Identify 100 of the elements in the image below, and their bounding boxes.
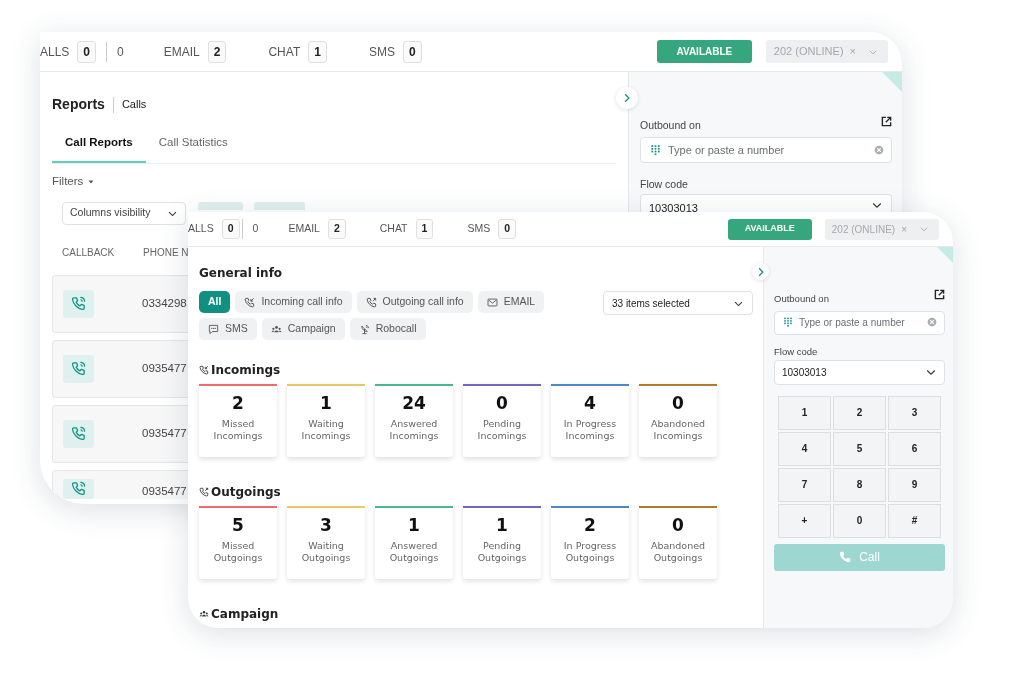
keypad-key[interactable]: 5 bbox=[833, 431, 886, 466]
filter-chip[interactable]: Incoming call info bbox=[235, 291, 352, 313]
counter-badge: 1 bbox=[308, 40, 327, 63]
phone-icon bbox=[71, 296, 86, 311]
chevron-right-icon bbox=[622, 93, 632, 103]
counter-badge: 2 bbox=[207, 40, 227, 63]
envelope-icon bbox=[486, 296, 498, 308]
keypad-key[interactable]: 8 bbox=[833, 467, 886, 502]
external-link-icon[interactable] bbox=[934, 289, 945, 300]
number-field[interactable]: Type or paste a number bbox=[640, 137, 892, 163]
tab[interactable]: Call Reports bbox=[52, 134, 146, 164]
phone-icon bbox=[71, 426, 86, 441]
stat-label: Abandoned Incomings bbox=[649, 417, 707, 442]
stat-value: 2 bbox=[231, 394, 245, 413]
stat-value: 24 bbox=[401, 394, 427, 413]
phone-number: 0334298 bbox=[142, 295, 187, 311]
flow-select[interactable]: 10303013 bbox=[774, 359, 945, 385]
keypad-key[interactable]: 3 bbox=[888, 395, 941, 430]
number-field[interactable]: Type or paste a number bbox=[774, 310, 945, 335]
phone-number: 0935477 bbox=[142, 360, 187, 376]
stat-value: 2 bbox=[583, 516, 597, 535]
dialpad-icon bbox=[650, 144, 661, 156]
stat-label: Answered Incomings bbox=[388, 417, 440, 442]
columns-select[interactable]: Columns visibility bbox=[62, 201, 186, 225]
stat-value: 3 bbox=[319, 516, 333, 535]
chat-icon bbox=[208, 323, 219, 335]
corner-drawing bbox=[882, 72, 902, 92]
keypad-key[interactable]: 1 bbox=[778, 395, 831, 430]
page-subtitle: Calls bbox=[121, 97, 147, 113]
stat-value: 1 bbox=[407, 516, 421, 535]
callback-button[interactable] bbox=[63, 289, 94, 318]
stat-label: Abandoned Outgoings bbox=[649, 539, 707, 564]
stat-value: 5 bbox=[231, 516, 245, 535]
items-select[interactable]: 33 items selected bbox=[603, 291, 753, 315]
keypad-key[interactable]: 0 bbox=[833, 503, 886, 538]
keypad-key[interactable]: 7 bbox=[778, 467, 831, 502]
people-icon bbox=[199, 609, 209, 619]
counter-badge: 2 bbox=[327, 219, 346, 239]
phone-icon bbox=[839, 551, 852, 564]
section-title: Outgoings bbox=[211, 484, 281, 501]
counter-badge: 1 bbox=[415, 219, 434, 239]
keypad-key[interactable]: + bbox=[778, 503, 831, 538]
stat-value: 0 bbox=[495, 394, 509, 413]
phone-icon bbox=[71, 361, 86, 376]
stat-value: 1 bbox=[319, 394, 333, 413]
counter-value: 0 bbox=[252, 221, 259, 237]
filter-chip[interactable]: All bbox=[199, 291, 231, 313]
flow-select[interactable]: 10303013 bbox=[640, 193, 892, 214]
page-title: Reports bbox=[52, 95, 105, 114]
filter-chip[interactable]: Robocall bbox=[349, 318, 426, 340]
section-title: General info bbox=[199, 265, 284, 282]
keypad-key[interactable]: 4 bbox=[778, 431, 831, 466]
stat-label: Missed Outgoings bbox=[212, 539, 264, 564]
tab[interactable]: Call Statistics bbox=[145, 134, 241, 164]
people-icon bbox=[270, 323, 282, 335]
external-link-icon[interactable] bbox=[881, 116, 892, 127]
field-label: Outbound on bbox=[640, 118, 701, 134]
callback-button[interactable] bbox=[63, 478, 94, 499]
column-header: PHONE N bbox=[143, 245, 189, 260]
keypad-key[interactable]: 6 bbox=[888, 431, 941, 466]
stat-label: Pending Incomings bbox=[476, 417, 528, 442]
phone-number: 0935477 bbox=[142, 425, 187, 441]
counter-label: EMAIL bbox=[163, 43, 200, 61]
stat-value: 1 bbox=[495, 516, 509, 535]
callback-button[interactable] bbox=[63, 419, 94, 448]
counter-label: SMS bbox=[368, 43, 395, 61]
filters-dropdown[interactable]: Filters bbox=[52, 173, 96, 191]
field-label: Outbound on bbox=[774, 291, 829, 306]
field-label: Flow code bbox=[774, 344, 819, 359]
phone-number: 0935477 bbox=[142, 483, 187, 499]
clear-icon[interactable] bbox=[874, 145, 884, 155]
keypad-key[interactable]: # bbox=[888, 503, 941, 538]
filter-chip[interactable]: Outgoing call info bbox=[356, 291, 473, 313]
counter-badge: 0 bbox=[498, 219, 516, 239]
counter-label: ALLS bbox=[40, 43, 70, 61]
phone-icon bbox=[71, 481, 86, 496]
counter-label: EMAIL bbox=[288, 221, 320, 237]
stat-value: 0 bbox=[671, 516, 685, 535]
stat-label: Answered Outgoings bbox=[388, 539, 440, 564]
counter-label: ALLS bbox=[188, 221, 214, 237]
clear-icon[interactable] bbox=[927, 316, 937, 327]
phone-outgoing-icon bbox=[199, 487, 209, 497]
phone-incoming-icon bbox=[244, 296, 256, 308]
filter-chip[interactable]: SMS bbox=[199, 318, 257, 340]
stat-label: Waiting Incomings bbox=[300, 417, 352, 442]
filter-chip[interactable]: Campaign bbox=[261, 318, 345, 340]
counter-badge: 0 bbox=[221, 219, 240, 239]
keypad-key[interactable]: 2 bbox=[833, 395, 886, 430]
caret-icon bbox=[919, 224, 929, 234]
counter-label: CHAT bbox=[379, 221, 408, 237]
collapse-button[interactable] bbox=[752, 263, 769, 280]
counter-badge: 0 bbox=[77, 40, 97, 63]
stat-value: 4 bbox=[583, 394, 597, 413]
collapse-button[interactable] bbox=[616, 87, 638, 109]
stat-label: In Progress Incomings bbox=[562, 417, 618, 442]
callback-button[interactable] bbox=[63, 354, 94, 383]
keypad-key[interactable]: 9 bbox=[888, 467, 941, 502]
filter-chip[interactable]: EMAIL bbox=[477, 291, 545, 313]
field-label: Flow code bbox=[640, 177, 689, 192]
antenna-icon bbox=[358, 323, 370, 335]
